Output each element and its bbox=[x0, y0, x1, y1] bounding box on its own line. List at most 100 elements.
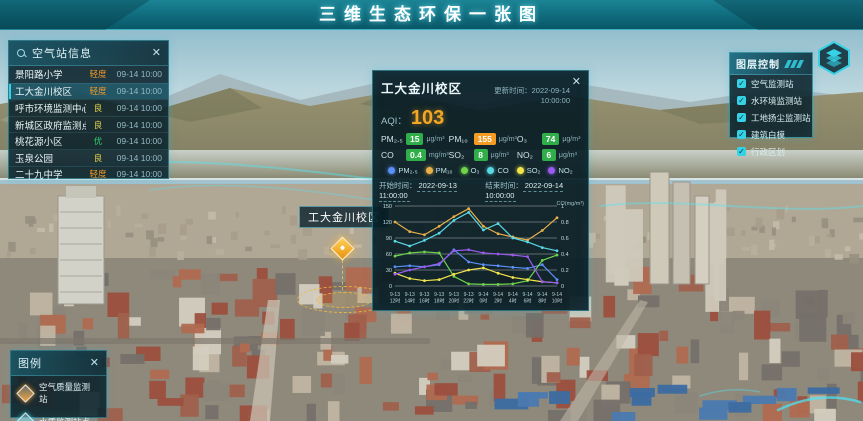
map-legend-panel: 图例 ✕ 空气质量监测站水质监测站点 bbox=[10, 350, 107, 418]
aqi-level-tag: 轻度 bbox=[86, 168, 110, 180]
layer-toggle-row[interactable]: ✓ 建筑白模 bbox=[730, 126, 812, 143]
svg-text:9-142时: 9-142时 bbox=[493, 292, 503, 305]
aqi-label: AQI： bbox=[381, 113, 407, 127]
close-icon[interactable]: ✕ bbox=[90, 358, 99, 369]
series-legend-chip[interactable]: PM₂.₅ bbox=[388, 166, 417, 175]
svg-text:60: 60 bbox=[386, 252, 392, 258]
close-icon[interactable]: ✕ bbox=[152, 48, 161, 59]
pollutant-value-badge: 0.4 bbox=[406, 149, 426, 161]
station-time: 09-14 10:00 bbox=[110, 69, 162, 79]
svg-text:150: 150 bbox=[383, 204, 392, 210]
layer-panel-header: 图层控制 bbox=[730, 53, 812, 75]
station-name: 桃花源小区 bbox=[15, 134, 86, 148]
aqi-level-tag: 优 bbox=[86, 135, 110, 147]
checkbox-checked-icon[interactable]: ✓ bbox=[737, 113, 746, 122]
svg-text:CO(mg/m³): CO(mg/m³) bbox=[557, 201, 585, 207]
aqi-trend-chart: 030609012015000.20.40.60.81CO(mg/m³)9-13… bbox=[377, 200, 586, 318]
layer-toggle-row[interactable]: ✓ 水环境监测站 bbox=[730, 92, 812, 109]
aqi-value: 103 bbox=[411, 107, 444, 130]
aqi-level-tag: 轻度 bbox=[86, 68, 110, 80]
station-list-item[interactable]: 景阳路小学 轻度 09-14 10:00 bbox=[9, 66, 168, 83]
svg-text:0.8: 0.8 bbox=[561, 220, 569, 226]
pollutant-value-badge: 74 bbox=[542, 133, 559, 145]
station-list-item[interactable]: 工大金川校区 轻度 09-14 10:00 bbox=[9, 83, 168, 100]
layer-label: 水环境监测站 bbox=[751, 95, 802, 107]
station-list-item[interactable]: 桃花源小区 优 09-14 10:00 bbox=[9, 132, 168, 149]
layer-toggle-row[interactable]: ✓ 工地扬尘监测站 bbox=[730, 109, 812, 126]
station-list-item[interactable]: 二十九中学 轻度 09-14 10:00 bbox=[9, 166, 168, 183]
series-legend-chip[interactable]: PM₁₀ bbox=[426, 166, 453, 175]
svg-text:9-1322时: 9-1322时 bbox=[463, 292, 474, 305]
checkbox-checked-icon[interactable]: ✓ bbox=[737, 79, 746, 88]
layer-panel-title: 图层控制 bbox=[736, 56, 780, 71]
svg-text:0.4: 0.4 bbox=[561, 252, 569, 258]
series-legend-chip[interactable]: CO bbox=[487, 166, 508, 175]
station-name: 二十九中学 bbox=[15, 167, 86, 181]
aqi-level-tag: 良 bbox=[86, 119, 110, 131]
detail-title: 工大金川校区 bbox=[381, 78, 462, 97]
pollutant-value-badge: 15 bbox=[406, 133, 423, 145]
aqi-level-tag: 轻度 bbox=[86, 85, 110, 97]
svg-text:120: 120 bbox=[383, 220, 392, 226]
series-legend: PM₂.₅ PM₁₀ O₃ CO SO₂ NO₂ bbox=[373, 162, 588, 177]
station-time: 09-14 10:00 bbox=[110, 169, 162, 179]
legend-marker-icon bbox=[16, 384, 34, 402]
layer-label: 建筑白模 bbox=[751, 129, 785, 141]
legend-item-label: 空气质量监测站 bbox=[39, 381, 98, 405]
layer-label: 工地扬尘监测站 bbox=[751, 112, 811, 124]
svg-text:90: 90 bbox=[386, 236, 392, 242]
station-list-panel: 空气站信息 ✕ 景阳路小学 轻度 09-14 10:00工大金川校区 轻度 09… bbox=[8, 40, 169, 179]
station-rows: 景阳路小学 轻度 09-14 10:00工大金川校区 轻度 09-14 10:0… bbox=[9, 66, 168, 182]
station-list-item[interactable]: 新城区政府监测点 良 09-14 10:00 bbox=[9, 116, 168, 133]
marker-ring-inner bbox=[316, 292, 372, 308]
aqi-level-tag: 良 bbox=[86, 152, 110, 164]
station-name: 景阳路小学 bbox=[15, 67, 86, 81]
series-legend-chip[interactable]: SO₂ bbox=[517, 166, 541, 175]
svg-text:9-1316时: 9-1316时 bbox=[419, 292, 430, 305]
layer-toggle-row[interactable]: ✓ 行政区划 bbox=[730, 143, 812, 160]
aqi-level-tag: 良 bbox=[86, 102, 110, 114]
station-list-item[interactable]: 玉泉公园 良 09-14 10:00 bbox=[9, 149, 168, 166]
header-decoration bbox=[786, 60, 802, 68]
pollutant-unit: μg/m³ bbox=[559, 152, 577, 159]
station-panel-header: 空气站信息 ✕ bbox=[9, 41, 168, 66]
layer-toggle-row[interactable]: ✓空气监测站 bbox=[730, 75, 812, 92]
checkbox-checked-icon[interactable]: ✓ bbox=[737, 147, 746, 156]
series-legend-chip[interactable]: NO₂ bbox=[548, 166, 572, 175]
pollutant-value-badge: 6 bbox=[542, 149, 556, 161]
svg-text:0: 0 bbox=[389, 284, 392, 290]
station-list-item[interactable]: 呼市环境监测中心 良 09-14 10:00 bbox=[9, 99, 168, 116]
svg-text:9-144时: 9-144时 bbox=[508, 292, 518, 305]
pollutant-unit: μg/m³ bbox=[499, 136, 517, 143]
svg-text:9-1318时: 9-1318时 bbox=[434, 292, 445, 305]
svg-text:9-1314时: 9-1314时 bbox=[404, 292, 415, 305]
series-color-dot bbox=[388, 167, 395, 174]
station-time: 09-14 10:00 bbox=[110, 120, 162, 130]
series-color-dot bbox=[548, 167, 555, 174]
station-panel-title: 空气站信息 bbox=[32, 45, 147, 61]
svg-text:30: 30 bbox=[386, 268, 392, 274]
series-label: NO₂ bbox=[558, 166, 572, 175]
legend-item: 空气质量监测站 bbox=[11, 376, 106, 410]
pollutant-unit: μg/m³ bbox=[562, 136, 580, 143]
close-icon[interactable]: ✕ bbox=[572, 77, 581, 88]
series-color-dot bbox=[426, 167, 433, 174]
pollutant-cell: NO₂ 6 μg/m³ bbox=[517, 149, 581, 161]
search-icon[interactable] bbox=[16, 48, 27, 59]
checkbox-checked-icon[interactable]: ✓ bbox=[737, 130, 746, 139]
pollutant-label: CO bbox=[381, 150, 403, 160]
pollutant-value-badge: 155 bbox=[474, 133, 496, 145]
pollutant-cell: PM₂.₅ 15 μg/m³ bbox=[381, 133, 449, 145]
pollutant-value-badge: 8 bbox=[474, 149, 488, 161]
pollutant-unit: mg/m³ bbox=[429, 152, 449, 159]
checkbox-checked-icon[interactable]: ✓ bbox=[737, 96, 746, 105]
pollutant-cell: CO 0.4 mg/m³ bbox=[381, 149, 449, 161]
legend-marker-icon bbox=[16, 412, 34, 421]
svg-text:9-1320时: 9-1320时 bbox=[449, 292, 460, 305]
layers-hex-button[interactable] bbox=[816, 40, 852, 76]
header-bar: 三维生态环保一张图 bbox=[0, 0, 863, 30]
series-legend-chip[interactable]: O₃ bbox=[461, 166, 480, 175]
legend-rows: 空气质量监测站水质监测站点 bbox=[11, 376, 106, 421]
layer-label: 行政区划 bbox=[751, 146, 785, 158]
pollutant-label: O₃ bbox=[517, 134, 539, 144]
